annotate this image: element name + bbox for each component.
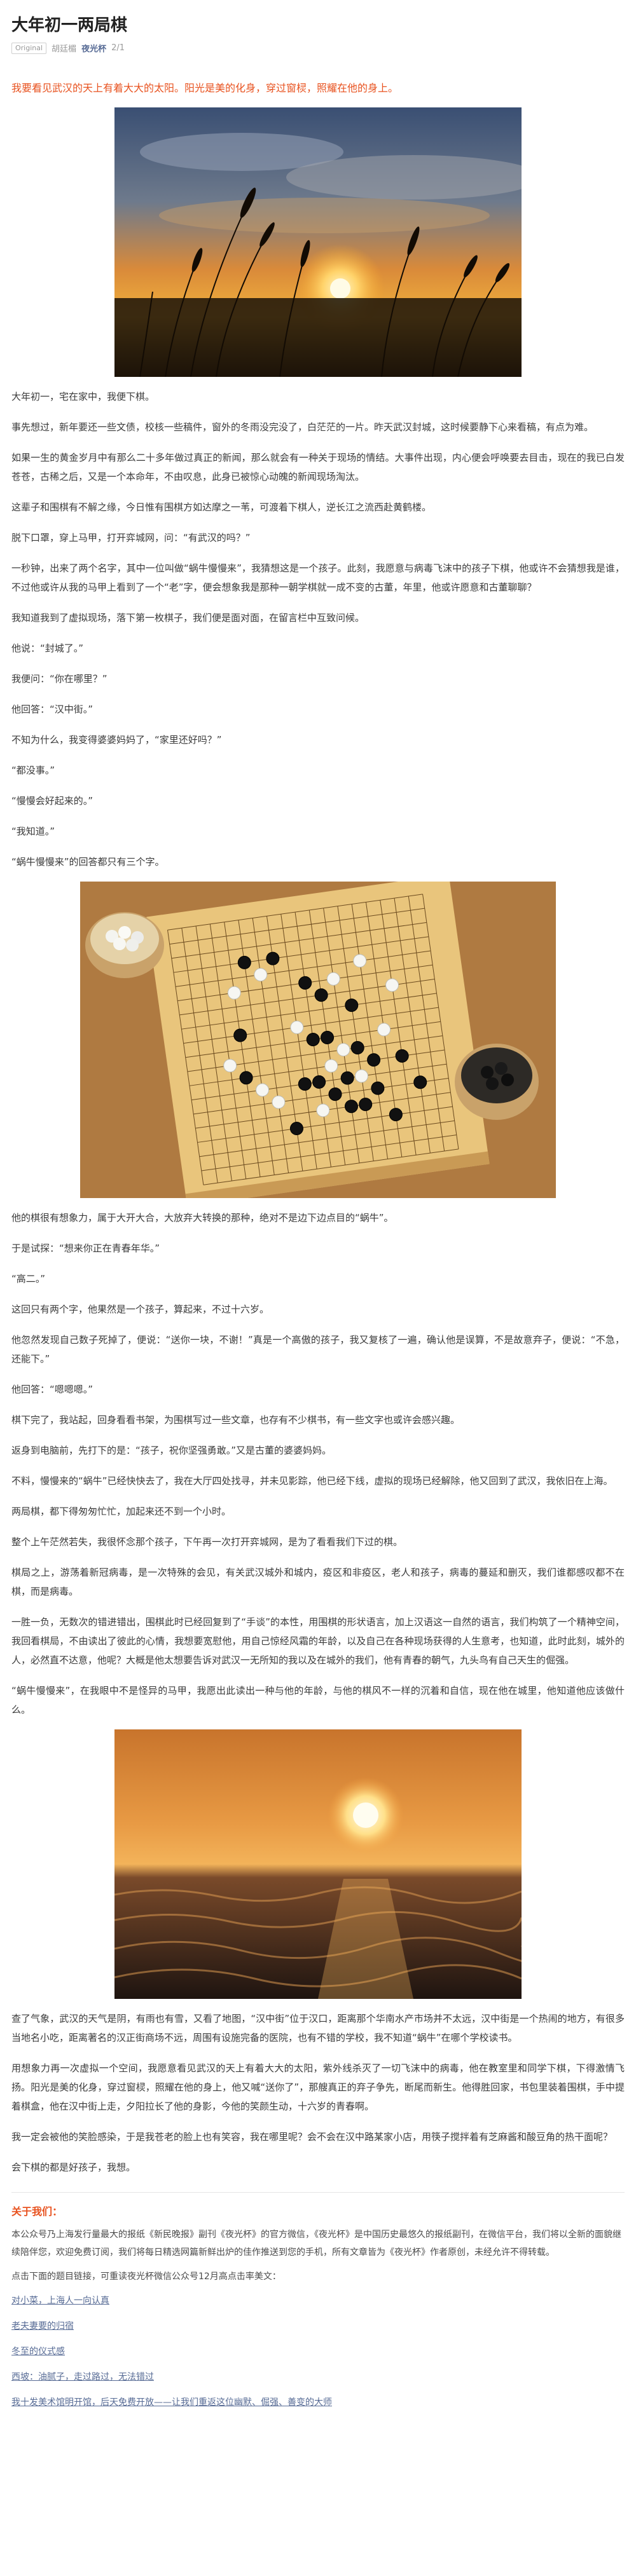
paragraph: “我知道。” (11, 826, 55, 837)
sunset-wheat-image (114, 107, 522, 377)
paragraph: 我一定会被他的笑脸感染，于是我苍老的脸上也有笑容，我在哪里呢？会不会在汉中路某家… (11, 2131, 613, 2143)
article-link[interactable]: 西坡：油腻子，走过路过，无法错过 (11, 2368, 154, 2386)
about-heading: 关于我们： (11, 2205, 63, 2218)
author-name: 胡廷楣 (52, 44, 77, 54)
body-section-1: 大年初一，宅在家中，我便下棋。 事先想过，新年要还一些文债，校核一些稿件，窗外的… (0, 387, 636, 871)
paragraph: 一胜一负，无数次的错进错出，围棋此时已经回复到了“手谈”的本性，用围棋的形状语言… (11, 1616, 625, 1666)
paragraph: 大年初一，宅在家中，我便下棋。 (11, 391, 155, 402)
account-link[interactable]: 夜光杯 (81, 42, 106, 54)
article-title: 大年初一两局棋 (11, 16, 128, 35)
black-bowl (455, 1044, 539, 1120)
paragraph: 他回答：“嗯嗯嗯。” (11, 1384, 93, 1395)
article-meta: Original 胡廷楣 夜光杯 2/1 (11, 42, 625, 54)
paragraph: 两局棋，都下得匆匆忙忙，加起来还不到一个小时。 (11, 1506, 232, 1517)
paragraph: 会下棋的都是好孩子，我想。 (11, 2162, 136, 2173)
paragraph: 用想象力再一次虚拟一个空间，我愿意看见武汉的天上有着大大的太阳，紫外线杀灭了一切… (11, 2062, 625, 2112)
paragraph: 我便问：“你在哪里？” (11, 673, 107, 685)
paragraph: 这回只有两个字，他果然是一个孩子，算起来，不过十六岁。 (11, 1304, 270, 1315)
about-cta: 点击下面的题目链接，可重读夜光杯微信公众号12月高点击率美文： (11, 2272, 281, 2282)
body-section-2: 他的棋很有想象力，属于大开大合，大放弃大转换的那种，绝对不是边下边点目的“蜗牛”… (0, 1208, 636, 1719)
paragraph: 如果一生的黄金岁月中有那么二十多年做过真正的新闻，那么就会有一种关于现场的情结。… (11, 452, 625, 482)
lead-paragraph: 我要看见武汉的天上有着大大的太阳。阳光是美的化身，穿过窗棂，照耀在他的身上。 (11, 82, 399, 94)
about-section: 关于我们： 本公众号乃上海发行量最大的报纸《新民晚报》副刊《夜光杯》的官方微信，… (0, 2203, 636, 2411)
white-bowl (85, 912, 164, 978)
article-link[interactable]: 我十发美术馆明开馆，后天免费开放——让我们重返这位幽默、倔强、善变的大师 (11, 2394, 332, 2411)
article-link[interactable]: 对小菜，上海人一向认真 (11, 2292, 109, 2310)
sunset-sea-image (114, 1729, 522, 1999)
paragraph: 查了气象，武汉的天气是阴，有雨也有雪，又看了地图，“汉中街”位于汉口，距离那个华… (11, 2013, 625, 2043)
paragraph: 整个上午茫然若失，我很怀念那个孩子，下午再一次打开弈城网，是为了看看我们下过的棋… (11, 1536, 403, 1548)
paragraph: 他的棋很有想象力，属于大开大合，大放弃大转换的那种，绝对不是边下边点目的“蜗牛”… (11, 1212, 394, 1223)
article-link[interactable]: 老夫妻要的归宿 (11, 2317, 74, 2335)
paragraph: 一秒钟，出来了两个名字，其中一位叫做“蜗牛慢慢来”，我猜想这是一个孩子。此刻，我… (11, 562, 625, 593)
paragraph: 不料，慢慢来的“蜗牛”已经快快去了，我在大厅四处找寻，并未见影踪，他已经下线，虚… (11, 1475, 613, 1487)
paragraph: 脱下口罩，穿上马甲，打开弈城网，问：“有武汉的吗？” (11, 532, 251, 543)
paragraph: “高二。” (11, 1273, 46, 1285)
body-section-3: 查了气象，武汉的天气是阴，有雨也有雪，又看了地图，“汉中街”位于汉口，距离那个华… (0, 2009, 636, 2177)
paragraph: 他忽然发现自己数子死掉了，便说：“送你一块，不谢！”真是一个高傲的孩子，我又复核… (11, 1334, 625, 1365)
publish-date: 2/1 (111, 43, 125, 53)
paragraph: 棋局之上，游荡着新冠病毒，是一次特殊的会见，有关武汉城外和城内，疫区和非疫区，老… (11, 1567, 625, 1597)
paragraph: 不知为什么，我变得婆婆妈妈了，“家里还好吗？” (11, 734, 222, 746)
paragraph: “蜗牛慢慢来”的回答都只有三个字。 (11, 856, 165, 868)
paragraph: “蜗牛慢慢来”，在我眼中不是怪异的马甲，我愿出此读出一种与他的年龄，与他的棋风不… (11, 1685, 625, 1715)
paragraph: “都没事。” (11, 765, 55, 776)
section-divider (11, 2192, 625, 2193)
paragraph: 我知道我到了虚拟现场，落下第一枚棋子，我们便是面对面，在留言栏中互致问候。 (11, 612, 365, 624)
paragraph: 这辈子和围棋有不解之缘，今日惟有围棋方如达摩之一苇，可渡着下棋人，逆长江之流西赴… (11, 501, 432, 513)
about-intro: 本公众号乃上海发行量最大的报纸《新民晚报》副刊《夜光杯》的官方微信，《夜光杯》是… (11, 2230, 621, 2258)
paragraph: “慢慢会好起来的。” (11, 795, 93, 807)
go-board-image (80, 882, 556, 1198)
paragraph: 返身到电脑前，先打下的是：“孩子，祝你坚强勇敢。”又是古董的婆婆妈妈。 (11, 1445, 332, 1456)
paragraph: 于是试探：“想来你正在青春年华。” (11, 1243, 160, 1254)
article-page: 大年初一两局棋 Original 胡廷楣 夜光杯 2/1 我要看见武汉的天上有着… (0, 0, 636, 2576)
article-link[interactable]: 冬至的仪式感 (11, 2343, 65, 2361)
paragraph: 他回答：“汉中街。” (11, 704, 93, 715)
paragraph: 他说：“封城了。” (11, 643, 84, 654)
original-tag: Original (11, 42, 47, 54)
paragraph: 棋下完了，我站起，回身看看书架，为围棋写过一些文章，也存有不少棋书，有一些文字也… (11, 1414, 460, 1426)
paragraph: 事先想过，新年要还一些文债，校核一些稿件，窗外的冬雨没完没了，白茫茫的一片。昨天… (11, 421, 594, 433)
